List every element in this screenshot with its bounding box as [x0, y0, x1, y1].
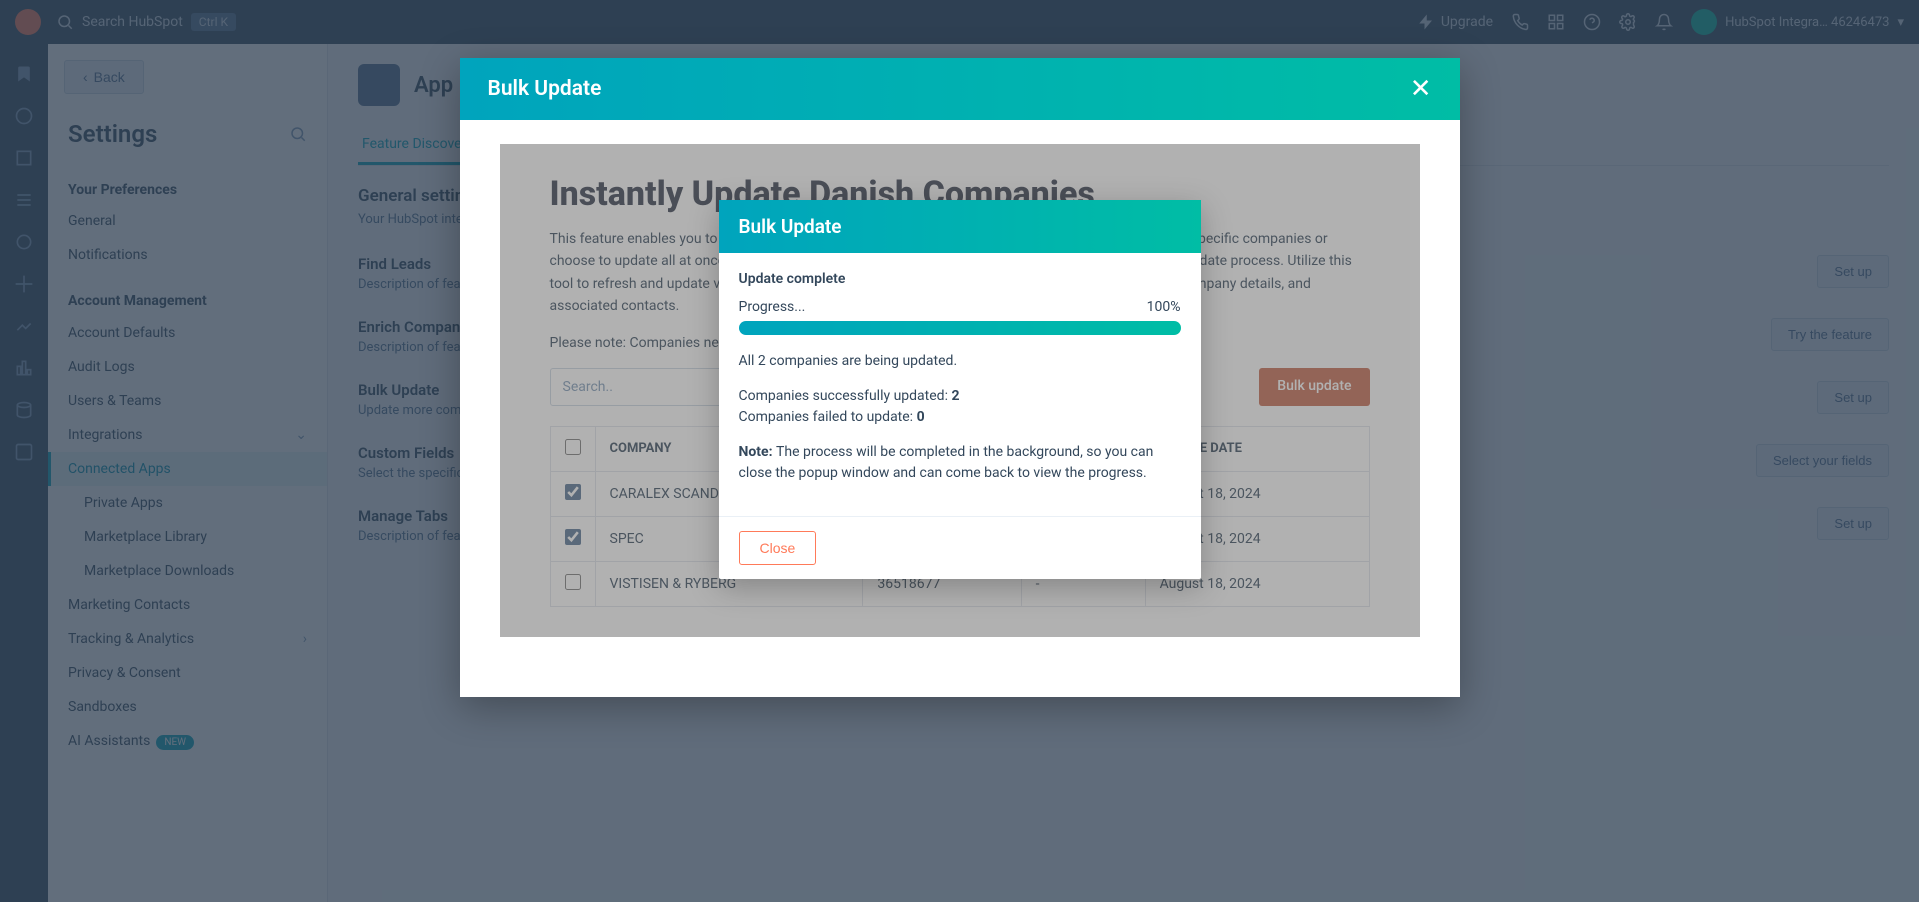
progress-fill [739, 321, 1181, 335]
note-text: The process will be completed in the bac… [739, 444, 1154, 481]
failed-label: Companies failed to update: [739, 409, 917, 425]
progress-percent: 100% [1147, 299, 1181, 315]
progress-bar [739, 321, 1181, 335]
outer-modal-title: Bulk Update [488, 77, 602, 101]
bulk-update-modal: Bulk Update ✕ Instantly Update Danish Co… [460, 58, 1460, 697]
outer-modal-header: Bulk Update ✕ [460, 58, 1460, 120]
progress-label: Progress... [739, 299, 806, 315]
note-label: Note: [739, 444, 777, 460]
success-label: Companies successfully updated: [739, 388, 952, 404]
update-status: Update complete [739, 271, 1181, 287]
failed-count: 0 [917, 409, 925, 425]
inner-modal-title: Bulk Update [719, 200, 1201, 253]
success-count: 2 [951, 388, 959, 404]
modal-overlay: Bulk Update ✕ Instantly Update Danish Co… [0, 0, 1919, 902]
close-icon[interactable]: ✕ [1410, 76, 1432, 102]
close-button[interactable]: Close [739, 531, 817, 565]
success-line: Companies successfully updated: 2 Compani… [739, 386, 1181, 428]
updating-message: All 2 companies are being updated. [739, 351, 1181, 372]
progress-modal: Bulk Update Update complete Progress... … [719, 200, 1201, 579]
note-line: Note: The process will be completed in t… [739, 442, 1181, 484]
